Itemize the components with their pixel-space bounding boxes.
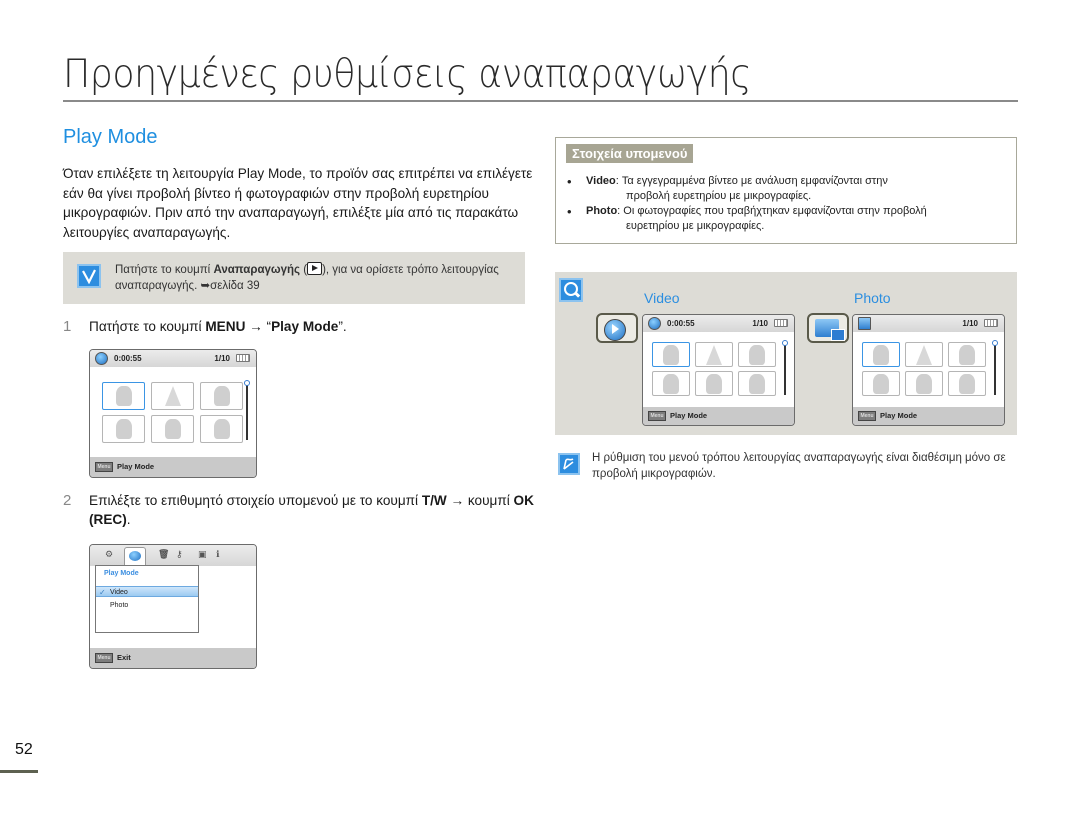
thumbnail[interactable] <box>695 371 733 396</box>
thumbnail[interactable] <box>652 342 690 367</box>
scrollbar[interactable] <box>784 345 786 395</box>
submenu-item-video: Video: Τα εγγεγραμμένα βίντεο με ανάλυση… <box>566 174 1006 204</box>
thumbnail[interactable] <box>200 382 243 410</box>
menu-tab-bar: ⚙ 🗑 ⚷ ▣ ℹ <box>90 545 256 566</box>
tip-text: Η ρύθμιση του μενού τρόπου λειτουργίας α… <box>592 452 1006 480</box>
bottom-label: Play Mode <box>117 462 155 471</box>
note-box: Πατήστε το κουμπί Αναπαραγωγής (), για ν… <box>63 252 525 304</box>
submenu-list: Video: Τα εγγεγραμμένα βίντεο με ανάλυση… <box>566 174 1006 234</box>
title-divider <box>63 100 1018 102</box>
page-title: Προηγμένες ρυθμίσεις αναπαραγωγής <box>63 52 752 97</box>
page-reference[interactable]: ➥σελίδα 39 <box>200 280 259 292</box>
copy-icon[interactable]: ▣ <box>198 549 207 560</box>
settings-icon[interactable]: ⚙ <box>105 549 113 560</box>
checkmark-icon: ✓ <box>99 588 106 597</box>
battery-icon <box>984 319 998 327</box>
submenu-heading: Στοιχεία υπομενού <box>566 144 694 163</box>
exit-label[interactable]: Exit <box>117 653 131 662</box>
pencil-note-icon <box>558 453 580 475</box>
thumbnail-grid <box>652 342 776 396</box>
scrollbar-thumb[interactable] <box>992 340 998 346</box>
protect-icon[interactable]: ⚷ <box>176 549 183 560</box>
thumbnail-grid <box>862 342 986 396</box>
thumbnail[interactable] <box>102 382 145 410</box>
thumbnail[interactable] <box>948 371 986 396</box>
play-mode-menu: Play Mode ✓ Video Photo <box>95 565 199 633</box>
thumbnail[interactable] <box>151 382 194 410</box>
thumbnail[interactable] <box>695 342 733 367</box>
menu-key[interactable]: Menu <box>648 411 666 421</box>
step-number: 2 <box>63 492 72 509</box>
menu-key[interactable]: Menu <box>858 411 876 421</box>
step-text: Πατήστε το κουμπί MENU → “Play Mode”. <box>89 319 347 334</box>
page-number: 52 <box>15 741 33 758</box>
photo-mode-icon <box>858 317 871 330</box>
lcd-bottom-bar: Menu Exit <box>90 648 256 668</box>
note-text: Πατήστε το κουμπί Αναπαραγωγής (), για ν… <box>115 262 499 292</box>
photo-index-screen: 1/10 Menu Play Mode <box>852 314 1005 426</box>
photo-mode-callout-icon <box>807 313 849 343</box>
battery-icon <box>236 354 250 362</box>
scrollbar[interactable] <box>994 345 996 395</box>
menu-title: Play Mode <box>104 570 139 577</box>
step-number: 1 <box>63 318 72 335</box>
thumbnail[interactable] <box>200 415 243 443</box>
play-mode-icon[interactable] <box>124 547 146 566</box>
submenu-items-box: Στοιχεία υπομενού Video: Τα εγγεγραμμένα… <box>555 137 1017 244</box>
scrollbar-thumb[interactable] <box>244 380 250 386</box>
checkbox-icon <box>77 264 101 288</box>
file-counter: 1/10 <box>214 354 230 363</box>
step-text: Επιλέξτε το επιθυμητό στοιχείο υπομενού … <box>89 493 534 527</box>
page-number-bar <box>0 770 38 773</box>
scrollbar-thumb[interactable] <box>782 340 788 346</box>
scrollbar[interactable] <box>246 385 248 440</box>
thumbnail-grid <box>102 382 243 443</box>
thumbnail[interactable] <box>862 371 900 396</box>
delete-icon[interactable]: 🗑 <box>158 549 169 560</box>
menu-option-photo[interactable]: Photo <box>96 600 198 611</box>
lcd-index-screen: 0:00:55 1/10 Menu Play Mode <box>89 349 257 478</box>
lcd-menu-screen: ⚙ 🗑 ⚷ ▣ ℹ Play Mode ✓ Video Photo Menu E… <box>89 544 257 669</box>
battery-icon <box>774 319 788 327</box>
thumbnail[interactable] <box>738 342 776 367</box>
photo-label: Photo <box>854 290 891 306</box>
thumbnail[interactable] <box>652 371 690 396</box>
thumbnail[interactable] <box>905 342 943 367</box>
search-icon <box>559 278 583 302</box>
elapsed-time: 0:00:55 <box>114 354 142 363</box>
thumbnail[interactable] <box>151 415 194 443</box>
video-mode-icon <box>648 317 661 330</box>
thumbnail[interactable] <box>948 342 986 367</box>
menu-key[interactable]: Menu <box>95 653 113 663</box>
video-mode-callout-icon <box>596 313 638 343</box>
menu-key[interactable]: Menu <box>95 462 113 472</box>
thumbnail[interactable] <box>905 371 943 396</box>
section-title: Play Mode <box>63 126 158 148</box>
lcd-bottom-bar: Menu Play Mode <box>90 457 256 477</box>
play-button-icon <box>307 262 323 275</box>
thumbnail[interactable] <box>102 415 145 443</box>
menu-option-video[interactable]: ✓ Video <box>96 586 198 597</box>
lcd-status-bar: 0:00:55 1/10 <box>90 350 256 367</box>
submenu-item-photo: Photo: Οι φωτογραφίες που τραβήχτηκαν εμ… <box>566 204 1006 234</box>
thumbnail[interactable] <box>862 342 900 367</box>
intro-paragraph: Όταν επιλέξετε τη λειτουργία Play Mode, … <box>63 166 533 240</box>
video-index-screen: 0:00:55 1/10 Menu Play Mode <box>642 314 795 426</box>
preview-panel: Video Photo 0:00:55 1/10 Menu Play Mode … <box>555 272 1017 435</box>
video-label: Video <box>644 290 680 306</box>
thumbnail[interactable] <box>738 371 776 396</box>
info-icon[interactable]: ℹ <box>216 549 219 560</box>
video-mode-icon <box>95 352 108 365</box>
